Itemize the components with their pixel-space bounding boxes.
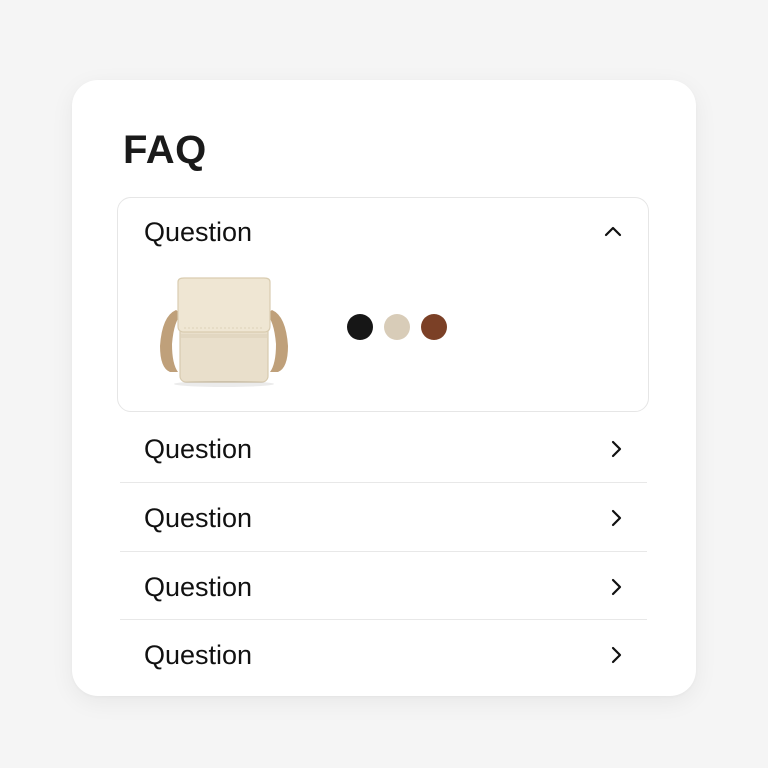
swatch-beige[interactable] (384, 314, 410, 340)
faq-item-1[interactable]: Question (120, 415, 647, 483)
color-swatches (347, 314, 447, 340)
faq-item-4[interactable]: Question (120, 621, 647, 689)
swatch-black[interactable] (347, 314, 373, 340)
page-title: FAQ (123, 128, 207, 172)
divider (120, 619, 647, 620)
faq-card: FAQ Question Question Question Question … (72, 80, 696, 696)
divider (120, 551, 647, 552)
faq-question-label: Question (144, 217, 253, 247)
crossbody-bag-image (160, 277, 288, 387)
faq-question-label: Question (144, 640, 253, 670)
chevron-right-icon[interactable] (605, 644, 627, 666)
chevron-up-icon[interactable] (602, 220, 624, 242)
divider (120, 482, 647, 483)
chevron-right-icon[interactable] (605, 438, 627, 460)
faq-question-label: Question (144, 572, 253, 602)
swatch-brown[interactable] (421, 314, 447, 340)
faq-item-2[interactable]: Question (120, 484, 647, 552)
chevron-right-icon[interactable] (605, 576, 627, 598)
faq-question-label: Question (144, 503, 253, 533)
chevron-right-icon[interactable] (605, 507, 627, 529)
faq-item-3[interactable]: Question (120, 553, 647, 621)
faq-item-expanded[interactable]: Question (117, 197, 649, 412)
faq-question-label: Question (144, 434, 253, 464)
